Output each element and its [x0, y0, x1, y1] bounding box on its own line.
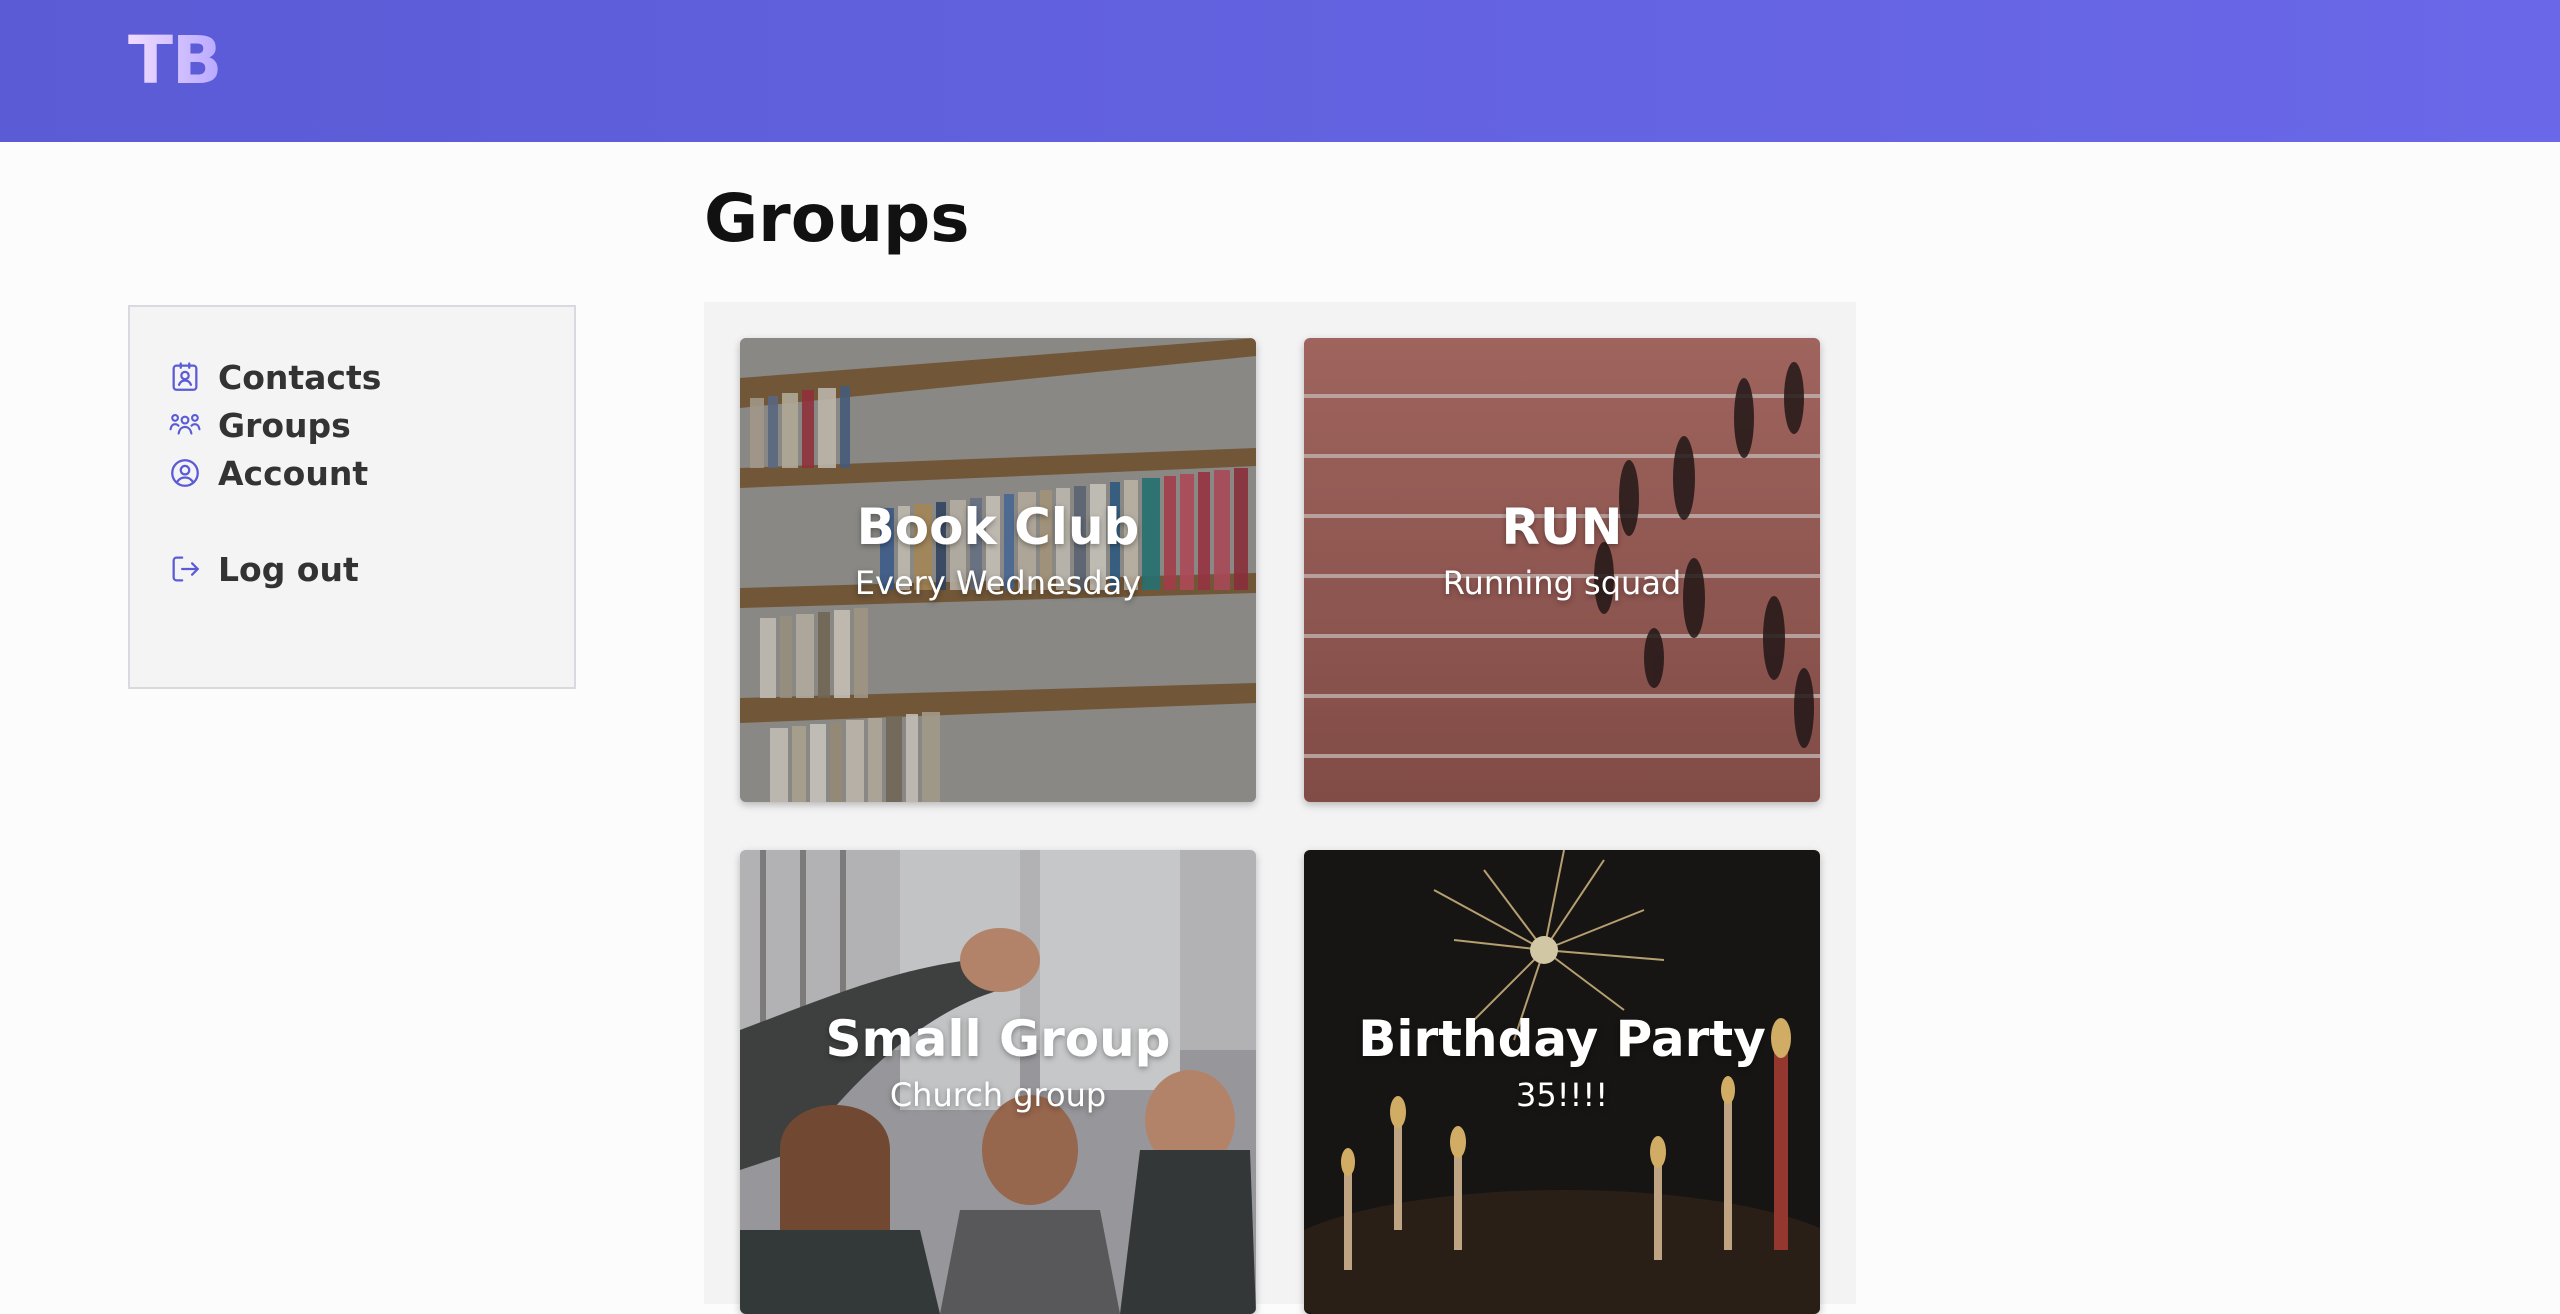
- group-name: Book Club: [856, 498, 1140, 556]
- group-name: Birthday Party: [1358, 1010, 1766, 1068]
- group-description: 35!!!!: [1515, 1076, 1609, 1114]
- people-group-icon: [168, 408, 202, 442]
- top-navigation-bar: TB: [0, 0, 2560, 142]
- group-card-small-group[interactable]: Small Group Church group: [740, 850, 1256, 1314]
- sidebar-item-label: Groups: [218, 405, 351, 445]
- app-logo[interactable]: TB: [128, 22, 222, 99]
- group-card-birthday-party[interactable]: Birthday Party 35!!!!: [1304, 850, 1820, 1314]
- group-card-run[interactable]: RUN Running squad: [1304, 338, 1820, 802]
- group-card-book-club[interactable]: Book Club Every Wednesday: [740, 338, 1256, 802]
- group-name: Small Group: [825, 1010, 1171, 1068]
- sidebar-item-account[interactable]: Account: [168, 451, 368, 495]
- logout-icon: [168, 552, 202, 586]
- group-name: RUN: [1501, 498, 1623, 556]
- sidebar-item-logout[interactable]: Log out: [168, 547, 359, 591]
- sidebar-item-label: Contacts: [218, 357, 382, 397]
- sidebar-item-groups[interactable]: Groups: [168, 403, 351, 447]
- group-description: Running squad: [1442, 564, 1682, 602]
- sidebar-nav: Contacts Groups Account Log out: [128, 305, 576, 689]
- user-circle-icon: [168, 456, 202, 490]
- group-description: Every Wednesday: [854, 564, 1142, 602]
- sidebar-item-contacts[interactable]: Contacts: [168, 355, 381, 399]
- sidebar-item-label: Account: [218, 453, 369, 493]
- sidebar-item-label: Log out: [218, 549, 359, 589]
- groups-grid: Book Club Every Wednesday RUN Running sq…: [704, 302, 1856, 1314]
- group-description: Church group: [889, 1076, 1107, 1114]
- page-title: Groups: [704, 180, 970, 257]
- contact-card-icon: [168, 360, 202, 394]
